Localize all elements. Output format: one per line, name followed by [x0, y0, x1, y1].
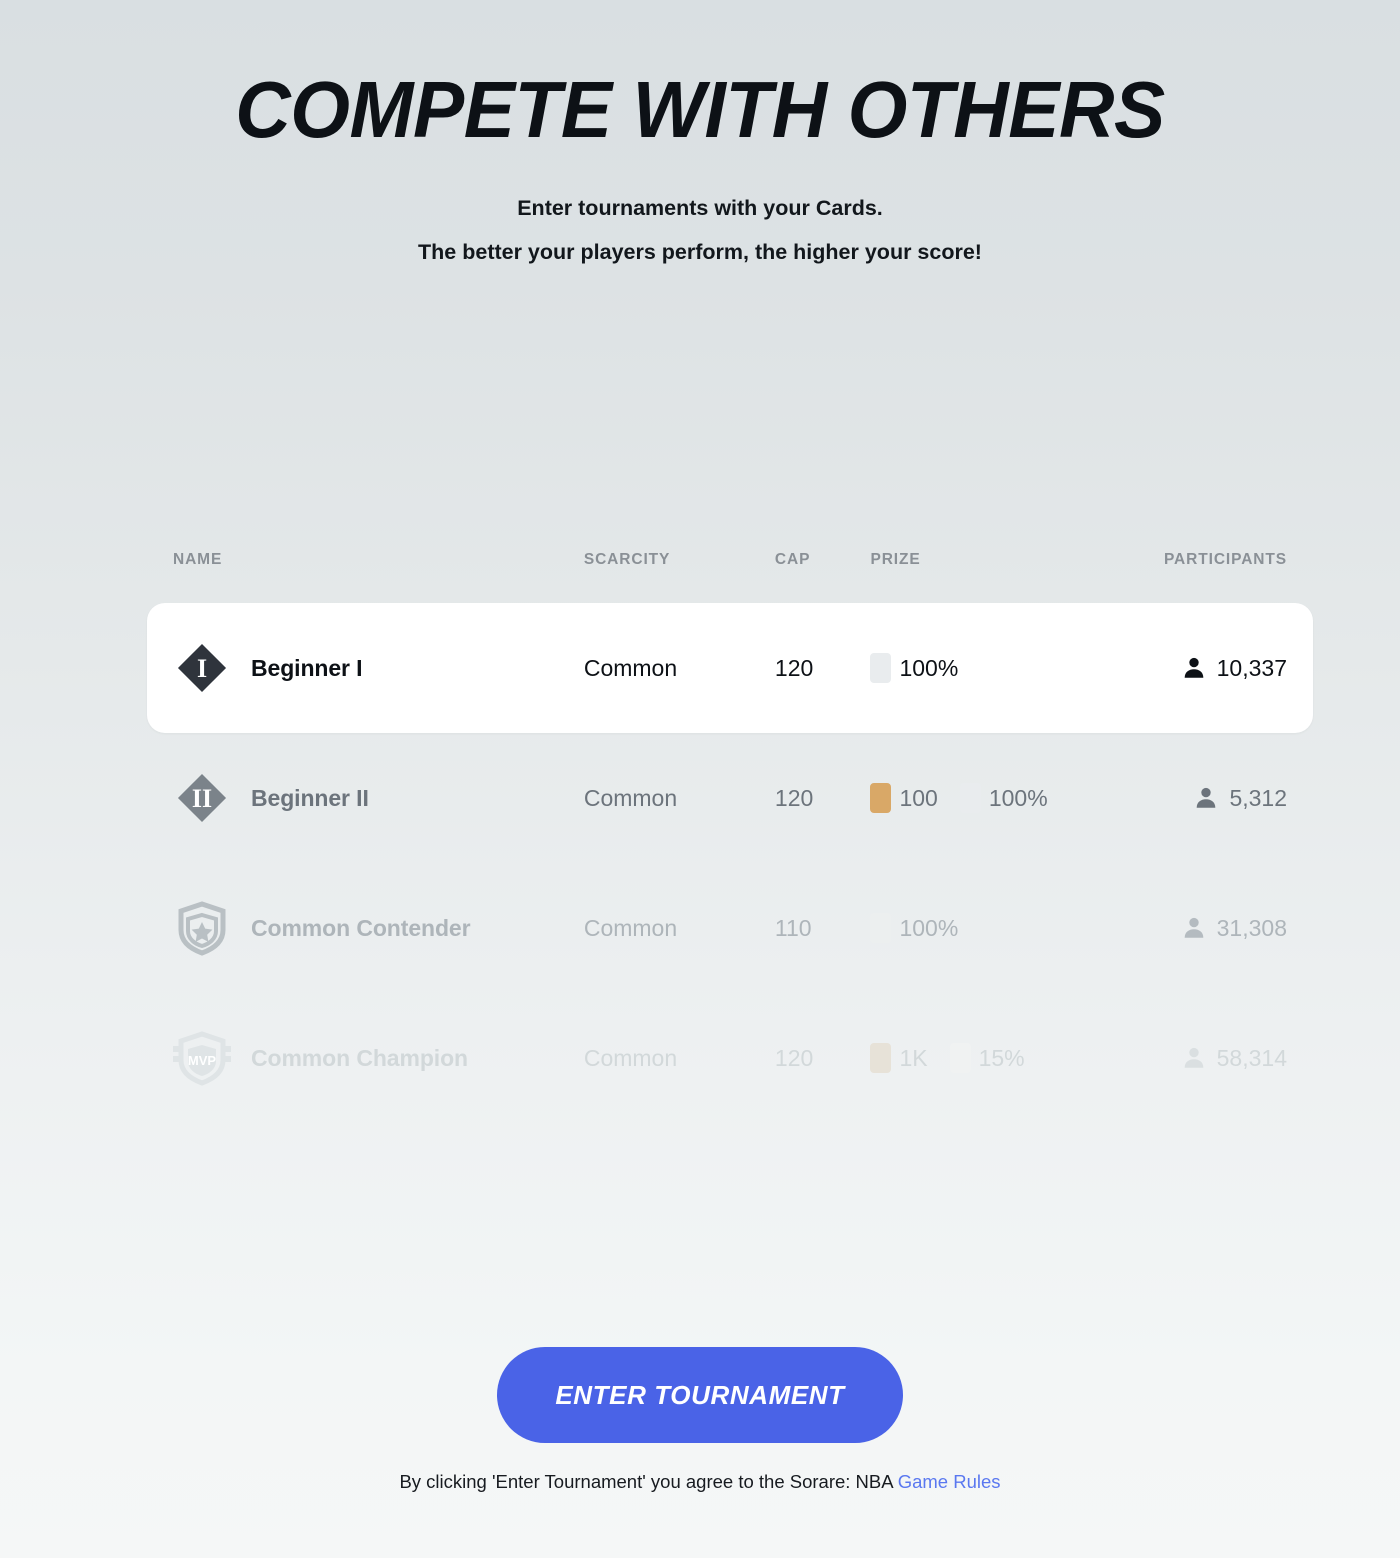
prize-card-icon: [870, 783, 892, 813]
hero-section: COMPETE WITH OTHERS Enter tournaments wi…: [0, 0, 1400, 263]
table-header-row: NAME SCARCITY CAP PRIZE PARTICIPANTS: [147, 537, 1313, 583]
hero-subtitle-line-2: The better your players perform, the hig…: [418, 239, 982, 264]
tournament-scarcity: Common: [583, 914, 678, 941]
legal-disclaimer: By clicking 'Enter Tournament' you agree…: [0, 1471, 1400, 1493]
tournament-participants: 5,312: [1109, 785, 1287, 812]
prize-item: 15%: [949, 1043, 1025, 1073]
prize-label: 100: [899, 784, 938, 811]
row-name-cell: Common Contender: [173, 899, 584, 957]
tournament-cap: 120: [774, 1044, 814, 1071]
tournament-cap: 120: [774, 654, 814, 681]
prize-card-icon: [959, 783, 981, 813]
prize-label: 1K: [899, 1044, 928, 1071]
shield-star-icon: [173, 899, 231, 957]
tournaments-table: NAME SCARCITY CAP PRIZE PARTICIPANTS I Be…: [147, 537, 1313, 1123]
hero-subtitle: Enter tournaments with your Cards. The b…: [0, 196, 1400, 264]
shield-mvp-icon: MVP: [173, 1029, 231, 1087]
person-icon: [1181, 1045, 1207, 1071]
table-row[interactable]: Common Contender Common 110 100% 31,308: [147, 863, 1313, 993]
tournament-scarcity: Common: [583, 654, 678, 681]
prize-label: 100%: [899, 914, 959, 941]
tournament-prize: 100%: [870, 913, 1109, 943]
compete-with-others-page: COMPETE WITH OTHERS Enter tournaments wi…: [0, 0, 1400, 1558]
prize-item: 1K: [870, 1043, 928, 1073]
tournament-name: Beginner II: [251, 784, 369, 811]
tournament-prize: 100%: [870, 653, 1109, 683]
tournament-prize: 1K 15%: [870, 1043, 1109, 1073]
participants-count: 5,312: [1229, 784, 1287, 811]
table-body: I Beginner I Common 120 100% 10,337 II Beginner…: [147, 603, 1313, 1123]
legal-text: By clicking 'Enter Tournament' you agree…: [399, 1471, 898, 1492]
table-row[interactable]: MVP Common Champion Common 120 1K 15% 58,314: [147, 993, 1313, 1123]
tournament-participants: 58,314: [1109, 1045, 1287, 1072]
prize-item: 100: [870, 783, 938, 813]
prize-item: 100%: [870, 913, 958, 943]
tournament-participants: 10,337: [1109, 655, 1287, 682]
prize-card-icon: [870, 653, 892, 683]
prize-card-icon: [949, 1043, 971, 1073]
tournament-name: Beginner I: [251, 654, 363, 681]
person-icon: [1193, 785, 1219, 811]
participants-count: 10,337: [1216, 654, 1287, 681]
tournament-name: Common Champion: [251, 1044, 468, 1071]
row-name-cell: I Beginner I: [173, 639, 584, 697]
tournament-prize: 100 100%: [870, 783, 1109, 813]
person-icon: [1181, 655, 1207, 681]
tournament-cap: 120: [774, 784, 814, 811]
tournament-cap: 110: [774, 914, 812, 941]
tournament-scarcity: Common: [583, 1044, 678, 1071]
hero-subtitle-line-1: Enter tournaments with your Cards.: [517, 196, 883, 220]
tournament-name: Common Contender: [251, 914, 471, 941]
column-header-name: NAME: [173, 551, 223, 568]
diamond-two-icon: II: [173, 769, 231, 827]
game-rules-link[interactable]: Game Rules: [898, 1471, 1001, 1492]
svg-text:II: II: [192, 784, 212, 813]
participants-count: 31,308: [1216, 914, 1287, 941]
svg-text:MVP: MVP: [188, 1053, 217, 1068]
tournament-scarcity: Common: [583, 784, 678, 811]
prize-item: 100%: [870, 653, 958, 683]
prize-label: 100%: [988, 784, 1048, 811]
prize-item: 100%: [959, 783, 1048, 813]
prize-label: 15%: [978, 1044, 1025, 1071]
column-header-prize: PRIZE: [870, 551, 921, 568]
prize-label: 100%: [899, 654, 959, 681]
prize-card-icon: [870, 913, 892, 943]
tournament-participants: 31,308: [1109, 915, 1287, 942]
column-header-participants: PARTICIPANTS: [1163, 551, 1287, 568]
participants-count: 58,314: [1216, 1044, 1287, 1071]
row-name-cell: MVP Common Champion: [173, 1029, 584, 1087]
cta-section: ENTER TOURNAMENT By clicking 'Enter Tour…: [0, 1347, 1400, 1493]
column-header-scarcity: SCARCITY: [583, 551, 671, 568]
page-title: COMPETE WITH OTHERS: [235, 65, 1165, 154]
enter-tournament-button[interactable]: ENTER TOURNAMENT: [497, 1347, 903, 1443]
person-icon: [1181, 915, 1207, 941]
table-row[interactable]: II Beginner II Common 120 100 100% 5,312: [147, 733, 1313, 863]
diamond-one-icon: I: [173, 639, 231, 697]
table-row[interactable]: I Beginner I Common 120 100% 10,337: [147, 603, 1313, 733]
prize-card-icon: [870, 1043, 892, 1073]
row-name-cell: II Beginner II: [173, 769, 584, 827]
svg-text:I: I: [197, 654, 207, 683]
column-header-cap: CAP: [774, 551, 811, 568]
